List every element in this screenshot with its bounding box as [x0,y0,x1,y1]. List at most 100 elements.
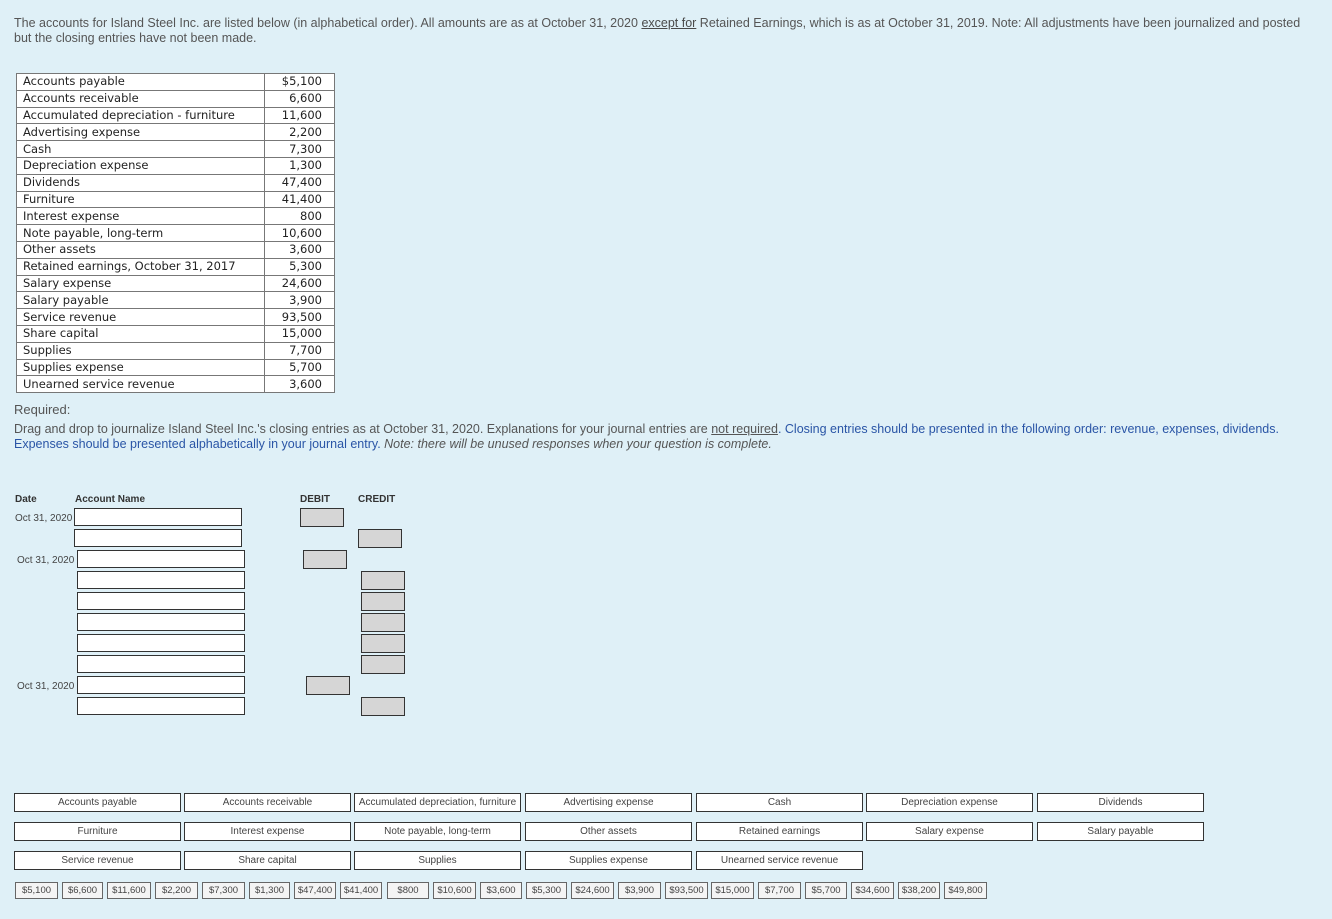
account-row-name: Accumulated depreciation - furniture [16,106,265,125]
amount-option-chip[interactable]: $34,600 [851,882,894,899]
account-row-name: Salary payable [16,291,265,310]
amount-option-chip[interactable]: $800 [387,882,429,899]
account-row-amount: 7,700 [264,341,335,360]
instructions: Drag and drop to journalize Island Steel… [14,422,1279,451]
account-option-tile[interactable]: Other assets [525,822,692,841]
entry-2-credit-amount-drop-4[interactable] [361,634,405,653]
entry-3-debit-account-drop[interactable] [77,676,245,694]
account-option-tile[interactable]: Cash [696,793,863,812]
accounts-table: Accounts payable $5,100 Accounts receivabl… [16,73,335,394]
account-row: Service revenue 93,500 [16,308,335,326]
amount-option-chip[interactable]: $3,600 [480,882,522,899]
amount-option-chip[interactable]: $41,400 [340,882,382,899]
entry-1-date: Oct 31, 2020 [15,513,73,524]
entry-2-credit-amount-drop-5[interactable] [361,655,405,674]
amount-option-chip[interactable]: $5,300 [526,882,567,899]
amount-option-chip[interactable]: $11,600 [107,882,151,899]
entry-2-credit-amount-drop-3[interactable] [361,613,405,632]
entry-1-debit-amount-drop[interactable] [300,508,344,527]
entry-2-date: Oct 31, 2020 [17,555,75,566]
account-row: Salary payable 3,900 [16,291,335,310]
entry-2-credit-account-drop-3[interactable] [77,613,245,631]
account-row-name: Cash [16,140,265,158]
credit-header: CREDIT [358,494,396,505]
entry-2-credit-account-drop-1[interactable] [77,571,245,589]
account-option-tile[interactable]: Supplies [354,851,521,870]
account-row: Share capital 15,000 [16,324,335,343]
account-row-amount: 93,500 [264,308,335,326]
account-row-name: Other assets [16,240,265,259]
amount-option-chip[interactable]: $15,000 [711,882,754,899]
entry-1-credit-account-drop[interactable] [74,529,242,547]
amount-option-chip[interactable]: $2,200 [155,882,198,899]
account-row: Accounts payable $5,100 [16,73,335,91]
account-option-tile[interactable]: Advertising expense [525,793,692,812]
account-row-amount: 41,400 [264,190,335,209]
account-option-tile[interactable]: Depreciation expense [866,793,1033,812]
account-option-tile[interactable]: Dividends [1037,793,1204,812]
account-row-name: Accounts payable [16,73,265,91]
amount-option-chip[interactable]: $5,700 [805,882,847,899]
entry-3-credit-account-drop[interactable] [77,697,245,715]
account-row: Unearned service revenue 3,600 [16,375,335,394]
account-row: Supplies 7,700 [16,341,335,360]
account-option-tile[interactable]: Accounts payable [14,793,181,812]
amount-option-chip[interactable]: $47,400 [294,882,336,899]
entry-3-date: Oct 31, 2020 [17,681,75,692]
account-row-name: Accounts receivable [16,89,265,108]
entry-3-debit-amount-drop[interactable] [306,676,350,695]
account-option-tile[interactable]: Salary expense [866,822,1033,841]
account-row-name: Supplies [16,341,265,360]
entry-1-credit-amount-drop[interactable] [358,529,402,548]
entry-2-credit-amount-drop-2[interactable] [361,592,405,611]
account-option-tile[interactable]: Accounts receivable [184,793,351,812]
account-option-tile[interactable]: Retained earnings [696,822,863,841]
amount-option-chip[interactable]: $24,600 [571,882,614,899]
entry-1-debit-account-drop[interactable] [74,508,242,526]
amount-option-chip[interactable]: $7,300 [202,882,245,899]
required-heading: Required: [14,402,71,417]
entry-2-credit-account-drop-2[interactable] [77,592,245,610]
account-row-amount: $5,100 [264,73,335,91]
account-row-amount: 6,600 [264,89,335,108]
amount-option-chip[interactable]: $5,100 [15,882,58,899]
account-option-tile[interactable]: Unearned service revenue [696,851,863,870]
intro-part-1: The accounts for Island Steel Inc. are l… [14,16,642,30]
account-option-tile[interactable]: Furniture [14,822,181,841]
account-row-amount: 47,400 [264,173,335,192]
account-row: Other assets 3,600 [16,240,335,259]
account-row-amount: 5,700 [264,358,335,377]
account-row: Supplies expense 5,700 [16,358,335,377]
account-option-tile[interactable]: Service revenue [14,851,181,870]
amount-option-chip[interactable]: $7,700 [758,882,801,899]
amount-option-chip[interactable]: $3,900 [618,882,661,899]
account-row-name: Furniture [16,190,265,209]
entry-2-debit-amount-drop[interactable] [303,550,347,569]
amount-option-chip[interactable]: $6,600 [62,882,103,899]
amount-option-chip[interactable]: $1,300 [249,882,290,899]
debit-header: DEBIT [300,494,330,505]
account-option-tile[interactable]: Supplies expense [525,851,692,870]
account-option-tile[interactable]: Note payable, long-term [354,822,521,841]
amount-option-chip[interactable]: $49,800 [944,882,987,899]
account-row-amount: 5,300 [264,257,335,276]
account-option-tile[interactable]: Accumulated depreciation, furniture [354,793,521,812]
account-row-name: Share capital [16,324,265,343]
intro-text: The accounts for Island Steel Inc. are l… [14,16,1314,46]
entry-2-credit-amount-drop-1[interactable] [361,571,405,590]
amount-option-chip[interactable]: $93,500 [665,882,708,899]
amount-option-chip[interactable]: $38,200 [898,882,940,899]
account-option-tile[interactable]: Share capital [184,851,351,870]
entry-3-credit-amount-drop[interactable] [361,697,405,716]
account-row-amount: 3,600 [264,240,335,259]
account-row-amount: 11,600 [264,106,335,125]
entry-2-credit-account-drop-5[interactable] [77,655,245,673]
account-row-amount: 7,300 [264,140,335,158]
account-row-name: Service revenue [16,308,265,326]
account-row-name: Advertising expense [16,123,265,142]
account-option-tile[interactable]: Interest expense [184,822,351,841]
entry-2-debit-account-drop[interactable] [77,550,245,568]
amount-option-chip[interactable]: $10,600 [433,882,476,899]
account-option-tile[interactable]: Salary payable [1037,822,1204,841]
entry-2-credit-account-drop-4[interactable] [77,634,245,652]
